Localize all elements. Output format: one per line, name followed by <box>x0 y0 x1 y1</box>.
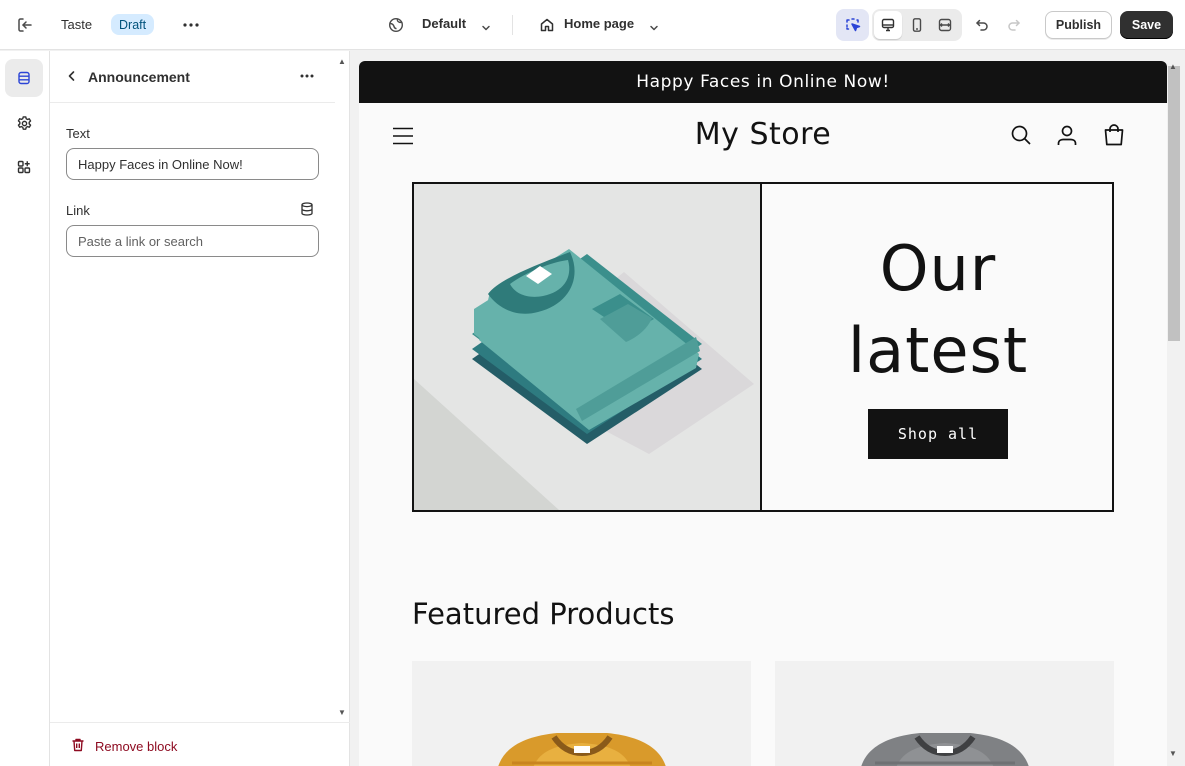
top-bar: Taste Draft Default Home page Publish Sa… <box>0 0 1185 50</box>
product-card[interactable] <box>412 661 751 766</box>
apps-icon[interactable] <box>5 148 43 186</box>
link-input[interactable] <box>66 225 319 257</box>
back-arrow-icon[interactable] <box>60 64 84 88</box>
home-icon[interactable] <box>533 11 561 39</box>
page-selector[interactable]: Home page <box>564 16 634 31</box>
sections-icon[interactable] <box>5 59 43 97</box>
settings-gear-icon[interactable] <box>5 104 43 142</box>
locale-selector[interactable]: Default <box>422 16 466 31</box>
store-logo-title[interactable]: My Store <box>359 117 1167 152</box>
remove-block-label: Remove block <box>95 739 178 754</box>
publish-button[interactable]: Publish <box>1045 11 1112 39</box>
chevron-down-icon[interactable] <box>640 14 668 42</box>
preview-scrollbar-thumb[interactable] <box>1168 66 1180 341</box>
product-card[interactable] <box>775 661 1114 766</box>
hero-banner: Our latest Shop all <box>412 182 1114 512</box>
announcement-bar[interactable]: Happy Faces in Online Now! <box>359 61 1167 103</box>
search-icon[interactable] <box>1009 123 1033 147</box>
hero-heading: Our latest <box>847 232 1029 387</box>
text-field-label: Text <box>66 126 90 141</box>
status-badge: Draft <box>111 14 155 35</box>
panel-footer: Remove block <box>50 722 350 766</box>
preview-scroll-down-arrow[interactable]: ▼ <box>1169 749 1177 758</box>
hero-text-panel: Our latest Shop all <box>764 184 1112 510</box>
mobile-view-icon[interactable] <box>903 11 931 39</box>
redo-icon[interactable] <box>1000 11 1028 39</box>
link-field-label: Link <box>66 203 90 218</box>
store-preview: Happy Faces in Online Now! My Store Our … <box>359 61 1167 766</box>
more-actions-icon[interactable] <box>177 11 205 39</box>
undo-icon[interactable] <box>968 11 996 39</box>
exit-icon[interactable] <box>11 11 39 39</box>
panel-scroll-up-arrow[interactable]: ▲ <box>338 57 346 66</box>
block-settings-panel: Announcement ▲ Text Link ▼ Remove block <box>50 51 350 766</box>
preview-scroll-up-arrow[interactable]: ▲ <box>1169 62 1177 71</box>
panel-scroll-down-arrow[interactable]: ▼ <box>338 708 346 717</box>
save-button[interactable]: Save <box>1120 11 1173 39</box>
theme-name: Taste <box>61 17 93 32</box>
trash-icon <box>70 737 86 756</box>
panel-title: Announcement <box>88 69 190 85</box>
panel-header: Announcement <box>50 51 335 103</box>
more-options-icon[interactable] <box>293 64 321 88</box>
desktop-view-icon[interactable] <box>874 11 902 39</box>
featured-products-heading: Featured Products <box>412 597 675 631</box>
account-icon[interactable] <box>1055 123 1079 147</box>
chevron-down-icon[interactable] <box>472 14 500 42</box>
shop-all-button[interactable]: Shop all <box>868 409 1008 459</box>
toolbar-divider <box>512 15 513 35</box>
globe-icon[interactable] <box>382 11 410 39</box>
inspector-icon[interactable] <box>836 9 869 41</box>
announcement-text-input[interactable] <box>66 148 319 180</box>
fullscreen-view-icon[interactable] <box>931 11 959 39</box>
remove-block-button[interactable]: Remove block <box>70 737 177 756</box>
dynamic-source-icon[interactable] <box>299 201 315 217</box>
cart-icon[interactable] <box>1102 123 1126 147</box>
hero-image <box>414 184 762 510</box>
editor-rail <box>0 51 50 766</box>
